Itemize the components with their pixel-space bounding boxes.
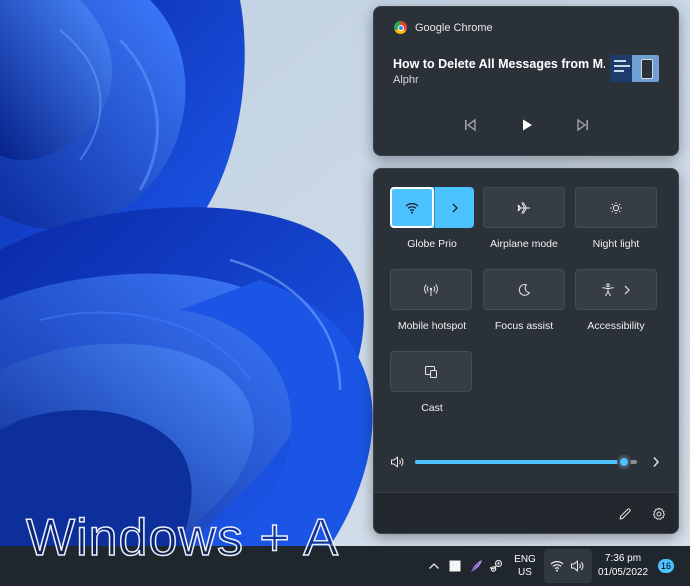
cast-icon	[425, 365, 437, 378]
quick-settings-footer	[374, 492, 678, 533]
keyboard-region: US	[518, 567, 532, 578]
tile-label-night-light: Night light	[592, 238, 640, 250]
network-volume-button[interactable]	[544, 549, 592, 583]
feather-icon	[470, 560, 482, 573]
airplane-icon	[517, 202, 530, 213]
language-code: ENG	[514, 554, 536, 565]
tile-label-airplane: Airplane mode	[490, 238, 558, 250]
media-thumbnail	[610, 55, 659, 82]
accessibility-tile[interactable]	[575, 269, 657, 310]
edit-icon[interactable]	[618, 507, 632, 521]
brightness-icon	[610, 201, 622, 214]
settings-icon[interactable]	[652, 507, 666, 521]
input-language-indicator[interactable]: ENG US	[510, 553, 540, 579]
clock-date: 01/05/2022	[597, 567, 649, 578]
steam-icon	[489, 559, 503, 572]
clock-time: 7:36 pm	[604, 553, 642, 564]
cast-tile[interactable]	[390, 351, 472, 392]
tray-app-feather[interactable]	[468, 558, 484, 574]
tile-label-accessibility: Accessibility	[587, 320, 645, 332]
airplane-mode-tile[interactable]	[483, 187, 565, 228]
tile-label-wifi: Globe Prio	[407, 238, 457, 250]
chrome-icon	[394, 21, 407, 34]
mobile-hotspot-tile[interactable]	[390, 269, 472, 310]
wifi-icon	[550, 561, 564, 572]
media-title: How to Delete All Messages from M...	[393, 57, 605, 71]
wifi-toggle-button[interactable]	[390, 187, 434, 228]
notification-count-badge[interactable]: 16	[658, 559, 674, 573]
speaker-icon[interactable]	[390, 455, 406, 469]
tile-label-focus-assist: Focus assist	[494, 320, 554, 332]
chevron-right-icon	[624, 285, 630, 294]
next-icon	[577, 118, 588, 132]
media-artist: Alphr	[393, 74, 419, 86]
tray-app-steam[interactable]	[488, 558, 504, 574]
tile-label-cast: Cast	[421, 402, 443, 414]
volume-slider-fill	[415, 460, 624, 464]
show-hidden-icons-button[interactable]	[426, 558, 442, 574]
hotspot-icon	[424, 283, 438, 296]
accessibility-icon	[602, 282, 614, 296]
wifi-networks-button[interactable]	[434, 187, 474, 228]
speaker-icon	[571, 560, 584, 572]
app-square-icon	[449, 560, 461, 572]
wifi-tile	[390, 187, 474, 228]
media-flyout[interactable]: Google Chrome How to Delete All Messages…	[373, 6, 679, 156]
focus-assist-tile[interactable]	[483, 269, 565, 310]
play-icon	[523, 119, 532, 131]
night-light-tile[interactable]	[575, 187, 657, 228]
chevron-up-icon	[429, 563, 439, 569]
volume-slider-thumb[interactable]	[616, 455, 631, 469]
previous-icon	[465, 118, 476, 132]
previous-track-button[interactable]	[457, 112, 483, 138]
chevron-right-icon	[452, 203, 458, 212]
tile-label-hotspot: Mobile hotspot	[397, 320, 467, 332]
volume-row	[390, 452, 662, 472]
chevron-right-icon[interactable]	[652, 456, 660, 468]
play-button[interactable]	[514, 112, 540, 138]
tray-app-white-square[interactable]	[448, 559, 462, 573]
keyboard-shortcut-caption: Windows + A	[25, 508, 340, 568]
wifi-icon	[405, 202, 419, 214]
clock[interactable]: 7:36 pm 01/05/2022	[594, 552, 652, 580]
media-app-header: Google Chrome	[394, 21, 493, 34]
media-app-name: Google Chrome	[415, 21, 493, 34]
moon-icon	[518, 283, 531, 296]
volume-slider[interactable]	[415, 455, 637, 469]
next-track-button[interactable]	[570, 112, 596, 138]
quick-settings-panel: Globe Prio Airplane mode Night light Mob…	[373, 168, 679, 534]
